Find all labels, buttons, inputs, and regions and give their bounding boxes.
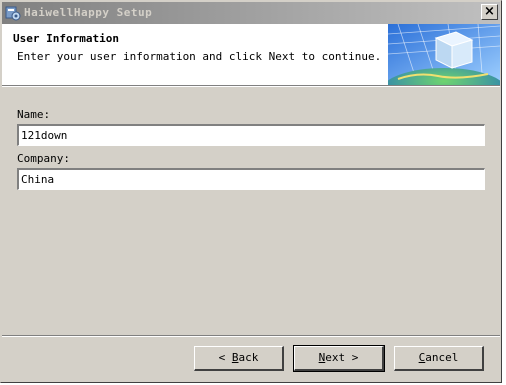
globe-cube-banner-icon	[388, 24, 500, 85]
name-label: Name:	[17, 108, 50, 121]
page-title: User Information	[13, 32, 119, 45]
title-bar[interactable]: HaiwellHappy Setup ×	[2, 2, 500, 24]
cancel-button[interactable]: Cancel	[394, 346, 484, 371]
company-label: Company:	[17, 152, 70, 165]
cancel-label-rest: ancel	[425, 351, 459, 364]
header-divider	[2, 85, 500, 87]
header-panel: User Information Enter your user informa…	[2, 24, 500, 85]
setup-window: HaiwellHappy Setup × User Information En…	[0, 0, 502, 383]
back-button[interactable]: < Back	[194, 346, 284, 371]
page-description: Enter your user information and click Ne…	[17, 50, 382, 63]
back-label-rest: ack	[238, 351, 259, 364]
name-input[interactable]	[17, 124, 485, 146]
footer-divider	[2, 335, 500, 337]
next-button[interactable]: Next >	[293, 345, 385, 372]
close-icon: ×	[484, 4, 495, 19]
setup-app-icon	[5, 6, 21, 21]
back-mnemonic: B	[231, 351, 239, 364]
close-button[interactable]: ×	[481, 4, 498, 20]
window-title: HaiwellHappy Setup	[24, 6, 153, 19]
next-label-rest: ext	[325, 351, 346, 364]
name-label-text: Name:	[17, 108, 51, 121]
company-input[interactable]	[17, 168, 485, 190]
company-label-text: Company:	[17, 152, 70, 165]
